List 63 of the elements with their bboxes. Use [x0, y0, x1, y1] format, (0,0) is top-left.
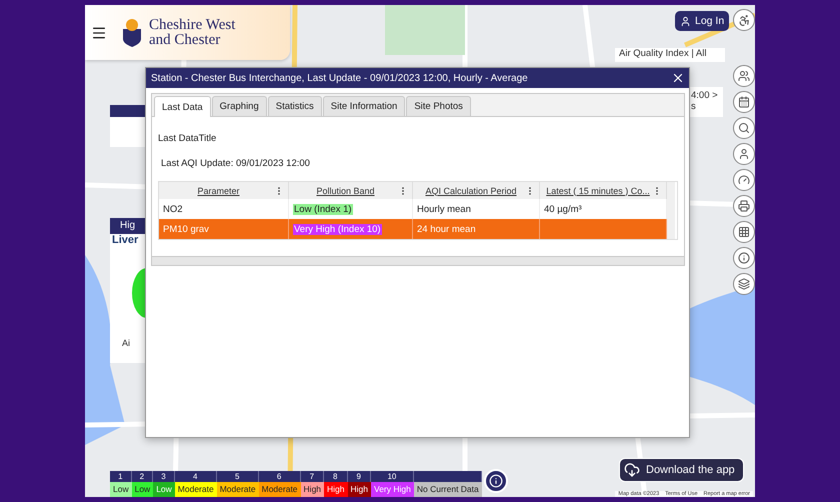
- printer-icon[interactable]: [733, 195, 755, 217]
- site-caption: Ai: [121, 338, 132, 348]
- column-header[interactable]: Parameter: [159, 182, 289, 199]
- download-app-button[interactable]: Download the app: [619, 458, 744, 482]
- tab[interactable]: Site Photos: [406, 96, 471, 116]
- band-swatch: High: [324, 482, 348, 497]
- data-title: Last DataTitle: [158, 133, 218, 144]
- table-cell: PM10 grav: [159, 219, 289, 239]
- band-swatch: Moderate: [216, 482, 259, 497]
- band-swatch: High: [300, 482, 324, 497]
- layers-icon[interactable]: [733, 273, 755, 295]
- accessibility-icon[interactable]: [733, 9, 755, 31]
- info-button[interactable]: [484, 469, 508, 493]
- login-button[interactable]: Log In: [675, 11, 730, 31]
- tab[interactable]: Site Information: [322, 96, 406, 116]
- time-caption: s: [691, 101, 697, 112]
- index-number: 5: [216, 471, 259, 482]
- menu-icon[interactable]: [91, 24, 107, 40]
- band-swatch: Low: [132, 482, 154, 497]
- band-swatch: Moderate: [174, 482, 217, 497]
- user-icon: [680, 16, 691, 26]
- band-swatch: Low: [153, 482, 175, 497]
- grid-icon[interactable]: [733, 221, 755, 243]
- column-header[interactable]: Pollution Band: [289, 182, 413, 199]
- time-text: 4:00 >: [691, 90, 719, 101]
- update-text: Last AQI Update: 09/01/2023 12:00: [161, 158, 311, 169]
- column-header[interactable]: AQI Calculation Period: [413, 182, 540, 199]
- band-swatch: Moderate: [258, 482, 301, 497]
- index-number: 2: [132, 471, 154, 482]
- site-title: Liver: [111, 234, 140, 246]
- index-number: 3: [153, 471, 175, 482]
- close-icon[interactable]: [671, 71, 685, 85]
- calendar-icon[interactable]: [733, 91, 755, 113]
- gauge-icon[interactable]: [733, 169, 755, 191]
- index-number: 1: [110, 471, 132, 482]
- tab[interactable]: Graphing: [212, 96, 267, 116]
- band-swatch: No Current Data: [414, 482, 482, 497]
- search-icon[interactable]: [733, 117, 755, 139]
- logo-text: and Chester: [149, 32, 222, 48]
- index-number: 7: [300, 471, 324, 482]
- cloud-download-icon: [624, 462, 640, 478]
- band-label: Very High (Index 10): [293, 224, 382, 234]
- index-number: 10: [371, 471, 414, 482]
- dialog-title: Station - Chester Bus Interchange, Last Update - 09/01/2023 12:00, Hourly - Average: [151, 72, 528, 84]
- band-label: Low (Index 1): [293, 204, 353, 214]
- band-swatch: Low: [110, 482, 132, 497]
- band-swatch: Very High: [371, 482, 414, 497]
- user-icon[interactable]: [733, 143, 755, 165]
- index-number: 6: [258, 471, 301, 482]
- index-filter-bar[interactable]: Air Quality Index | All: [615, 48, 725, 62]
- index-number: 9: [348, 471, 371, 482]
- table-cell: 24 hour mean: [413, 219, 540, 239]
- tab[interactable]: Statistics: [268, 96, 322, 116]
- index-number: 4: [174, 471, 217, 482]
- info-icon[interactable]: [733, 247, 755, 269]
- tab[interactable]: Last Data: [154, 96, 211, 117]
- info-icon: [488, 474, 503, 488]
- band-swatch: High: [348, 482, 371, 497]
- logo-text: Cheshire West: [149, 18, 236, 32]
- index-number: 8: [324, 471, 348, 482]
- people-icon[interactable]: [733, 65, 755, 87]
- column-header[interactable]: Latest ( 15 minutes ) Co...: [540, 182, 667, 199]
- crest-icon: [121, 18, 143, 46]
